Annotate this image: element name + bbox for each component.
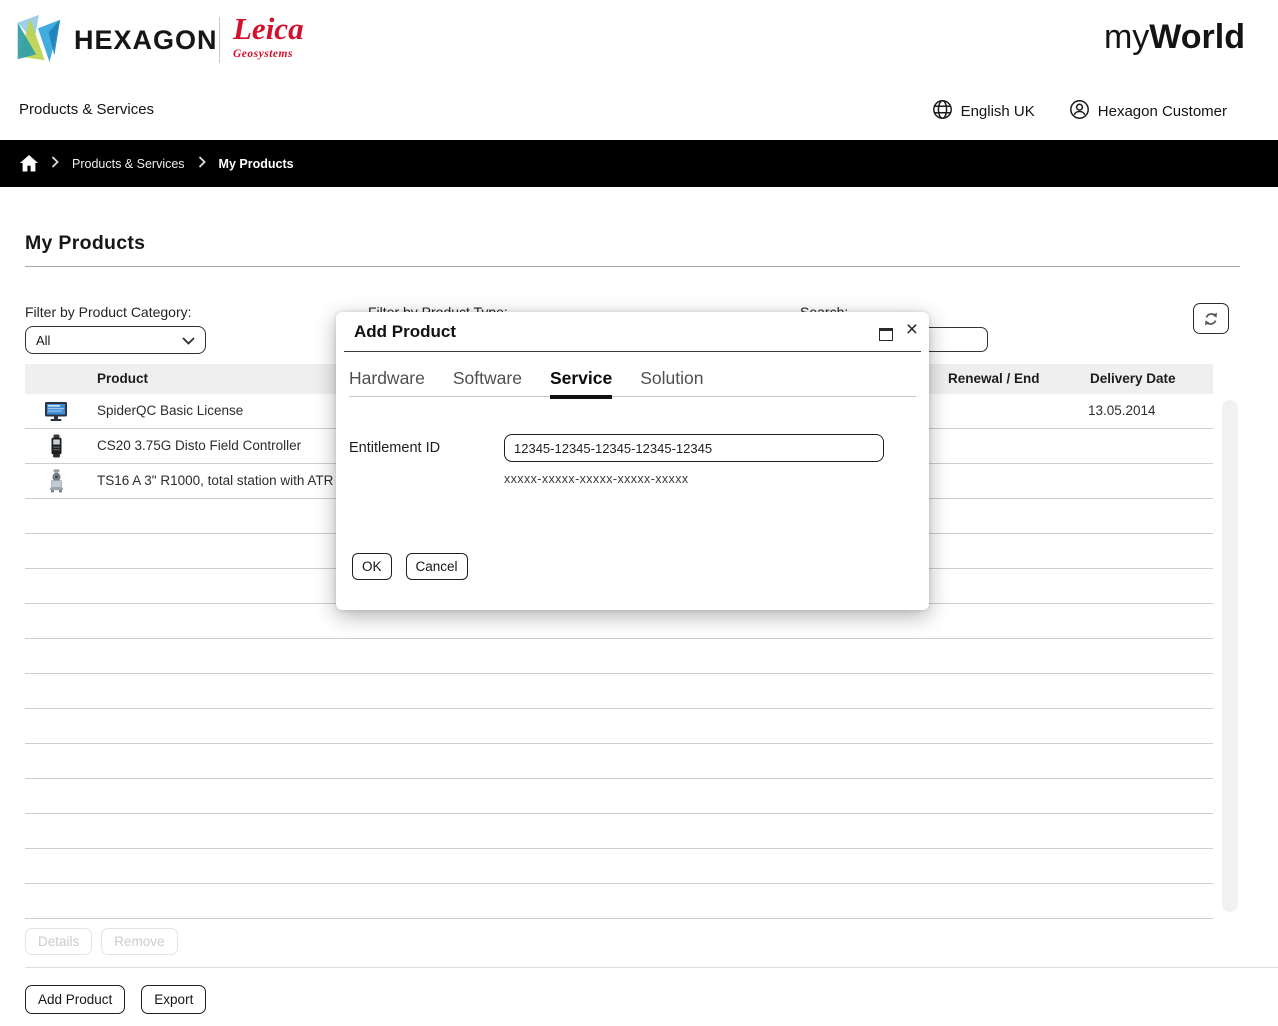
column-header-delivery-date[interactable]: Delivery Date [1090,371,1176,386]
leica-wordmark: Leica [233,13,304,44]
tabs-divider [349,396,916,397]
tab-software[interactable]: Software [453,368,522,395]
globe-icon [932,99,953,124]
tab-hardware[interactable]: Hardware [349,368,425,395]
breadcrumb: Products & Services My Products [0,140,1278,187]
myworld-logo-bold: World [1149,18,1245,56]
table-row-empty [25,779,1213,814]
table-row-empty [25,744,1213,779]
dialog-title-divider [344,351,921,352]
chevron-down-icon [182,333,195,348]
close-icon[interactable]: × [906,317,918,342]
breadcrumb-products-services[interactable]: Products & Services [72,157,185,171]
entitlement-id-label: Entitlement ID [349,440,440,456]
entitlement-id-input[interactable] [504,434,884,462]
tab-service[interactable]: Service [550,368,612,399]
table-scrollbar[interactable] [1222,400,1238,912]
language-selector[interactable]: English UK [932,99,1035,124]
add-product-dialog: Add Product × Hardware Software Service … [336,312,929,610]
monitor-icon [43,399,69,423]
filter-category-label: Filter by Product Category: [25,304,192,320]
user-menu[interactable]: Hexagon Customer [1069,99,1227,124]
product-name: TS16 A 3" R1000, total station with ATR [97,473,333,488]
leica-sub-wordmark: Geosystems [233,48,304,60]
product-name: CS20 3.75G Disto Field Controller [97,438,301,453]
logo-divider [219,17,220,63]
language-label: English UK [961,103,1035,120]
export-button[interactable]: Export [141,985,206,1014]
actions-divider [25,967,1278,968]
user-label: Hexagon Customer [1098,103,1227,120]
home-icon[interactable] [20,155,38,172]
table-row-empty [25,709,1213,744]
myworld-portal-page: HEXAGON Leica Geosystems myWorld Product… [0,0,1278,1026]
maximize-icon[interactable] [879,328,893,341]
refresh-icon [1203,311,1219,327]
hexagon-logo-icon [10,12,64,71]
table-row-empty [25,849,1213,884]
title-divider [25,266,1240,267]
page-title: My Products [25,232,145,255]
table-row-empty [25,884,1213,919]
column-header-product[interactable]: Product [97,371,148,386]
leica-logo: Leica Geosystems [233,13,304,60]
chevron-right-icon [51,155,59,173]
table-row-empty [25,639,1213,674]
nav-products-services[interactable]: Products & Services [19,101,154,118]
user-icon [1069,99,1090,124]
myworld-logo: myWorld [1104,18,1245,57]
product-name: SpiderQC Basic License [97,403,243,418]
entitlement-id-hint: xxxxx-xxxxx-xxxxx-xxxxx-xxxxx [504,472,689,486]
table-row-empty [25,674,1213,709]
myworld-logo-light: my [1104,18,1149,56]
hexagon-wordmark: HEXAGON [74,25,218,56]
filter-category-select[interactable]: All [25,326,206,354]
table-row-empty [25,814,1213,849]
dialog-title: Add Product [354,322,456,342]
product-delivery-date: 13.05.2014 [1088,403,1156,418]
add-product-button[interactable]: Add Product [25,985,125,1014]
tab-solution[interactable]: Solution [640,368,703,395]
field-controller-icon [43,434,69,458]
column-header-renewal-end[interactable]: Renewal / End [948,371,1040,386]
breadcrumb-my-products: My Products [219,157,294,171]
chevron-right-icon [198,155,206,173]
ok-button[interactable]: OK [352,553,392,580]
remove-button[interactable]: Remove [101,928,177,955]
dialog-tabs: Hardware Software Service Solution [349,368,703,399]
refresh-button[interactable] [1193,303,1229,334]
cancel-button[interactable]: Cancel [406,553,468,580]
total-station-icon [43,469,69,493]
details-button[interactable]: Details [25,928,92,955]
filter-category-value: All [36,333,50,348]
